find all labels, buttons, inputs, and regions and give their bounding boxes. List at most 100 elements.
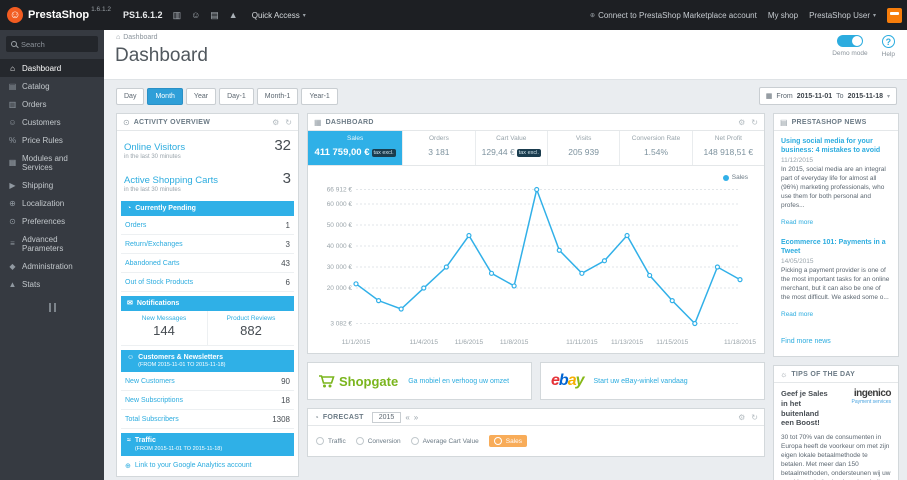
refresh-icon[interactable]: ↻ — [751, 118, 758, 127]
demo-mode-toggle[interactable] — [836, 35, 863, 47]
read-more-link[interactable]: Read more — [781, 219, 813, 226]
new-messages-cell[interactable]: New Messages 144 — [121, 311, 207, 345]
quick-access-label: Quick Access — [251, 10, 300, 20]
gear-icon[interactable]: ⚙ — [738, 413, 745, 422]
forecast-panel-title: FORECAST — [322, 413, 364, 421]
prestashop-news-panel: ▤ PRESTASHOP NEWS Using social media for… — [773, 113, 899, 358]
kpi-sales[interactable]: Sales 411 759,00 € tax excl. — [308, 131, 404, 165]
date-range-picker[interactable]: ▦ From 2015-11-01 To 2015-11-18 ▾ — [758, 87, 897, 105]
sidebar-item-shipping[interactable]: ▶ Shipping — [0, 176, 104, 194]
kpi-value: 3 181 — [428, 147, 450, 157]
search-input[interactable] — [21, 39, 93, 49]
bookmark-icon[interactable]: ▤ — [210, 10, 219, 21]
sidebar-item-orders[interactable]: ▥ Orders — [0, 95, 104, 113]
forecast-legend-average-cart-value[interactable]: Average Cart Value — [410, 437, 479, 445]
sidebar-item-stats[interactable]: ▲ Stats — [0, 275, 104, 293]
my-shop-link[interactable]: My shop — [768, 11, 798, 20]
news-item-title[interactable]: Using social media for your business: 4 … — [781, 137, 891, 155]
list-item: Ecommerce 101: Payments in a Tweet 14/05… — [781, 238, 891, 321]
sidebar-item-modules[interactable]: ▦ Modules and Services — [0, 149, 104, 176]
advanced-parameters-icon: ≡ — [10, 239, 15, 248]
filter-month-1-button[interactable]: Month-1 — [256, 87, 299, 105]
sidebar-search[interactable] — [6, 36, 98, 52]
sidebar-item-preferences[interactable]: ⊙ Preferences — [0, 212, 104, 230]
user-icon[interactable]: ☺ — [191, 10, 200, 20]
find-more-news-link[interactable]: Find more news — [781, 338, 831, 345]
new-customers-link[interactable]: New Customers — [125, 378, 175, 385]
active-carts-link[interactable]: Active Shopping Carts — [124, 175, 218, 186]
prestashop-logo-icon[interactable]: ☺ — [7, 7, 23, 23]
forecast-prev-button[interactable]: « — [405, 413, 409, 422]
refresh-icon[interactable]: ↻ — [285, 118, 292, 127]
rocket-icon[interactable]: ▲ — [229, 10, 238, 20]
filter-month-button[interactable]: Month — [147, 87, 183, 105]
pending-orders-link[interactable]: Orders — [125, 222, 146, 229]
filter-year-button[interactable]: Year — [185, 87, 217, 105]
pending-section-title: Currently Pending — [135, 205, 196, 212]
avatar[interactable] — [887, 7, 902, 23]
kpi-orders[interactable]: Orders 3 181 — [403, 131, 476, 165]
kpi-visits[interactable]: Visits 205 939 — [548, 131, 621, 165]
forecast-year-select[interactable]: 2015 — [371, 411, 402, 423]
online-visitors-link[interactable]: Online Visitors — [124, 142, 185, 153]
cart-icon[interactable]: ▥ — [173, 10, 182, 21]
sidebar-item-administration[interactable]: ◆ Administration — [0, 257, 104, 275]
localization-icon: ⊕ — [9, 198, 16, 208]
help-icon[interactable]: ? — [881, 35, 895, 48]
filter-day-1-button[interactable]: Day-1 — [219, 87, 254, 105]
google-analytics-link[interactable]: ⊕ Link to your Google Analytics account — [117, 456, 298, 476]
pending-returns-link[interactable]: Return/Exchanges — [125, 241, 183, 248]
forecast-legend-sales[interactable]: Sales — [488, 435, 527, 447]
gear-icon[interactable]: ⚙ — [738, 118, 745, 127]
shopgate-link[interactable]: Ga mobiel en verhoog uw omzet — [408, 378, 509, 385]
sidebar-item-dashboard[interactable]: ⌂ Dashboard — [0, 59, 104, 77]
news-item-title[interactable]: Ecommerce 101: Payments in a Tweet — [781, 238, 891, 256]
marketplace-connect-label: Connect to PrestaShop Marketplace accoun… — [598, 10, 757, 20]
user-menu[interactable]: PrestaShop User ▾ — [809, 11, 876, 20]
traffic-icon: ≈ — [127, 437, 131, 445]
quick-access-menu[interactable]: Quick Access ▾ — [252, 11, 306, 20]
marketplace-connect-link[interactable]: ⊕ Connect to PrestaShop Marketplace acco… — [590, 11, 757, 20]
sidebar-item-catalog[interactable]: ▤ Catalog — [0, 77, 104, 95]
svg-text:20 000 €: 20 000 € — [327, 285, 353, 292]
online-visitors-row: Online Visitors 32 — [117, 131, 298, 154]
kpi-cart-value[interactable]: Cart Value 129,44 € tax excl. — [476, 131, 548, 165]
date-filter-row: Day Month Year Day-1 Month-1 Year-1 ▦ Fr… — [116, 87, 897, 105]
kpi-conversion-rate[interactable]: Conversion Rate 1.54% — [620, 131, 693, 165]
active-carts-value: 3 — [282, 170, 291, 187]
product-reviews-cell[interactable]: Product Reviews 882 — [207, 311, 294, 346]
total-subscribers-link[interactable]: Total Subscribers — [125, 416, 179, 423]
sidebar-collapse-button[interactable] — [42, 303, 62, 312]
gear-icon[interactable]: ⚙ — [272, 118, 279, 127]
filter-year-1-button[interactable]: Year-1 — [301, 87, 338, 105]
calendar-icon: ▦ — [765, 93, 773, 100]
activity-overview-panel: ⊙ ACTIVITY OVERVIEW ⚙ ↻ Online Visitors 3… — [116, 113, 299, 477]
read-more-link[interactable]: Read more — [781, 311, 813, 318]
forecast-legend-conversion[interactable]: Conversion — [355, 437, 401, 445]
price-rules-icon: % — [8, 135, 17, 145]
forecast-legend-traffic[interactable]: Traffic — [316, 437, 346, 445]
ebay-promo-panel[interactable]: ebay Start uw eBay-winkel vandaag — [540, 362, 765, 400]
breadcrumb[interactable]: ⌂ Dashboard — [116, 34, 157, 41]
sidebar-item-advanced-parameters[interactable]: ≡ Advanced Parameters — [0, 230, 104, 257]
shopgate-promo-panel[interactable]: Shopgate Ga mobiel en verhoog uw omzet — [307, 362, 532, 400]
filter-day-button[interactable]: Day — [116, 87, 145, 105]
sidebar-item-price-rules[interactable]: % Price Rules — [0, 131, 104, 149]
out-of-stock-link[interactable]: Out of Stock Products — [125, 279, 193, 286]
traffic-section-title: Traffic — [134, 437, 156, 445]
new-subscriptions-link[interactable]: New Subscriptions — [125, 397, 183, 404]
traffic-section-header: ≈ Traffic (FROM 2015-11-01 TO 2015-11-18… — [121, 433, 294, 456]
sidebar-item-label: Customers — [22, 117, 61, 127]
sidebar-item-customers[interactable]: ☺ Customers — [0, 113, 104, 131]
forecast-next-button[interactable]: » — [414, 413, 418, 422]
shop-name[interactable]: PS1.6.1.2 — [123, 10, 163, 20]
svg-text:11/8/2015: 11/8/2015 — [500, 339, 529, 346]
shopgate-logo: Shopgate — [318, 374, 398, 389]
refresh-icon[interactable]: ↻ — [751, 413, 758, 422]
kpi-net-profit[interactable]: Net Profit 148 918,51 € — [693, 131, 764, 165]
sidebar-item-localization[interactable]: ⊕ Localization — [0, 194, 104, 212]
demo-mode-label: Demo mode — [832, 50, 868, 57]
abandoned-carts-link[interactable]: Abandoned Carts — [125, 260, 179, 267]
ebay-link[interactable]: Start uw eBay-winkel vandaag — [594, 378, 688, 385]
tips-text: 30 tot 70% van de consumenten in Europa … — [781, 434, 891, 480]
